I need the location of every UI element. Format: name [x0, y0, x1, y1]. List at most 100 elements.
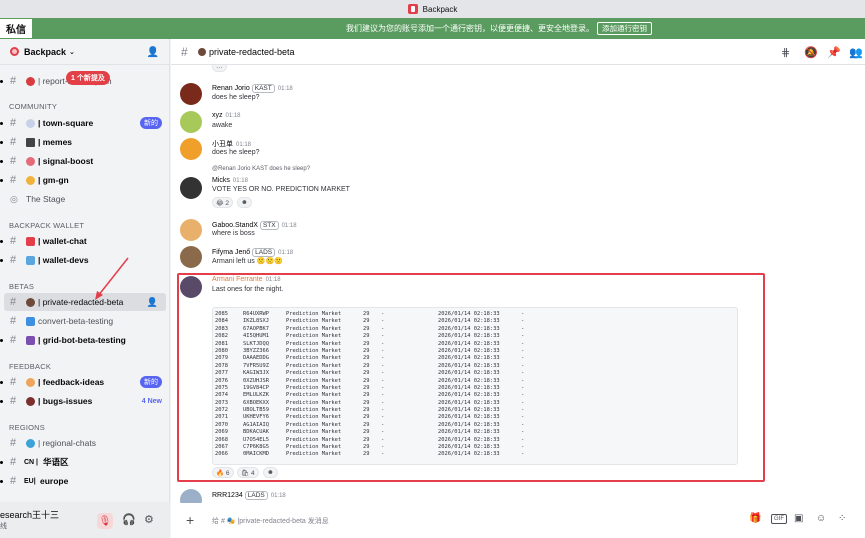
sidebar-channel-grid-bot-beta-testing[interactable]: # | grid-bot-beta-testing: [0, 331, 170, 349]
unread-dot: [0, 380, 3, 384]
hash-icon: #: [10, 376, 17, 388]
invite-people-icon[interactable]: 👤: [147, 47, 159, 58]
new-count-badge: 4 New: [141, 397, 162, 405]
message-author[interactable]: xyz 01:18: [212, 112, 241, 119]
message-composer: + 给 # 🎭 |private-redacted-beta 发消息 🎁 GIF…: [171, 503, 865, 538]
user-name[interactable]: esearch王十三: [0, 508, 59, 521]
category-betas[interactable]: BETAS: [9, 282, 34, 291]
sidebar-channel-private-redacted-beta[interactable]: # | private-redacted-beta 👤: [4, 293, 166, 311]
message-author[interactable]: Renan Jorio KAST 01:18: [212, 84, 293, 93]
new-mentions-bubble[interactable]: 1 个新提及: [66, 71, 110, 85]
unread-dot: [0, 460, 3, 464]
sidebar-channel-wallet-devs[interactable]: # | wallet-devs: [0, 251, 170, 269]
emoji-icon[interactable]: ☺: [816, 513, 826, 524]
hash-icon: #: [10, 395, 17, 407]
sidebar-channel-feedback-ideas[interactable]: # | feedback-ideas 新的: [0, 373, 170, 391]
mute-mic-icon[interactable]: 🎙: [97, 513, 113, 529]
category-feedback[interactable]: FEEDBACK: [9, 362, 51, 371]
sidebar-channel-regional-chats[interactable]: # | regional-chats: [0, 434, 170, 452]
sidebar-channel-cn[interactable]: # CN | 华语区: [0, 453, 170, 471]
gear-icon[interactable]: ⚙: [144, 513, 154, 526]
notification-bell-off-icon[interactable]: 🔕: [804, 46, 818, 59]
message-input[interactable]: 给 # 🎭 |private-redacted-beta 发消息: [212, 516, 329, 526]
avatar[interactable]: [180, 219, 202, 241]
pinned-messages-icon[interactable]: 📌: [827, 46, 841, 59]
add-attachment-icon[interactable]: +: [186, 512, 194, 528]
stage-icon: ◎: [10, 193, 18, 204]
unread-dot: [0, 239, 3, 243]
hash-icon: #: [10, 296, 17, 308]
channel-emoji-icon: [26, 236, 35, 246]
channel-name: | regional-chats: [38, 438, 96, 448]
sidebar-channel-town-square[interactable]: # | town-square 新的: [0, 114, 170, 132]
headphones-icon[interactable]: 🎧: [122, 513, 136, 526]
channel-emoji-icon: [198, 48, 206, 56]
sidebar-channel-signal-boost[interactable]: # | signal-boost: [0, 152, 170, 170]
add-reaction-icon[interactable]: ☻: [237, 197, 252, 208]
reaction[interactable]: …: [212, 65, 227, 72]
unread-dot: [0, 79, 3, 83]
message-text: where is boss: [212, 230, 255, 237]
hash-icon: #: [10, 117, 17, 129]
channel-emoji-icon: [26, 335, 35, 345]
channel-name: convert-beta-testing: [38, 316, 114, 326]
unread-dot: [0, 399, 3, 403]
message-text: does he sleep?: [212, 149, 260, 156]
message-author[interactable]: Micks 01:18: [212, 177, 248, 184]
category-community[interactable]: COMMUNITY: [9, 102, 57, 111]
reaction[interactable]: 😂 2: [212, 197, 234, 208]
avatar[interactable]: [180, 246, 202, 268]
avatar[interactable]: [180, 177, 202, 199]
sidebar-channel-convert-beta-testing[interactable]: # convert-beta-testing: [0, 312, 170, 330]
message-author[interactable]: 小丑单 01:18: [212, 139, 251, 149]
server-name: Backpack: [24, 46, 67, 57]
direct-messages-label[interactable]: 私信: [0, 19, 32, 38]
avatar[interactable]: [180, 138, 202, 160]
sidebar-channel-wallet-chat[interactable]: # | wallet-chat: [0, 232, 170, 250]
chevron-down-icon: ⌄: [69, 48, 75, 56]
avatar[interactable]: [180, 111, 202, 133]
message-text: does he sleep?: [212, 94, 260, 101]
channel-name: | town-square: [38, 118, 94, 128]
add-passkey-button[interactable]: 添加通行密钥: [597, 22, 652, 35]
category-regions[interactable]: REGIONS: [9, 423, 45, 432]
channel-name: | grid-bot-beta-testing: [38, 335, 126, 345]
channel-name: europe: [40, 476, 69, 486]
channel-name: | feedback-ideas: [38, 377, 105, 387]
hash-icon: #: [10, 75, 17, 87]
threads-icon[interactable]: ⋕: [781, 46, 790, 59]
category-backpack-wallet[interactable]: BACKPACK WALLET: [9, 221, 84, 230]
hash-icon: #: [10, 136, 17, 148]
gif-icon[interactable]: GIF: [771, 514, 787, 524]
reply-preview[interactable]: @Renan Jorio KAST does he sleep?: [212, 166, 310, 172]
unread-dot: [0, 178, 3, 182]
add-member-icon[interactable]: 👤: [147, 297, 158, 308]
hash-icon: #: [181, 44, 188, 59]
channel-name: | bugs-issues: [38, 396, 93, 406]
backpack-app-icon: [407, 4, 418, 14]
member-list-icon[interactable]: 👥: [849, 46, 863, 59]
sidebar-channel-memes[interactable]: # | memes: [0, 133, 170, 151]
message-author[interactable]: Gaboo.StandX STX 01:18: [212, 221, 297, 230]
unread-dot: [0, 140, 3, 144]
channel-emoji-icon: [26, 377, 35, 387]
message-author[interactable]: Fifyma Jenő LADS 01:18: [212, 248, 293, 257]
hash-icon: #: [10, 174, 17, 186]
gift-icon[interactable]: 🎁: [749, 513, 761, 524]
sidebar-channel-gm-gn[interactable]: # | gm-gn: [0, 171, 170, 189]
sticker-icon[interactable]: ▣: [794, 513, 803, 524]
avatar[interactable]: [180, 83, 202, 105]
hash-icon: #: [10, 254, 17, 266]
message-author[interactable]: RRR1234 LADS 01:18: [212, 491, 286, 500]
message-text: Armani left us 🙁🙁🙁: [212, 258, 283, 265]
sidebar-channel-bugs-issues[interactable]: # | bugs-issues 4 New: [0, 392, 170, 410]
sidebar-channel-the-stage[interactable]: ◎ The Stage: [0, 190, 170, 208]
channel-name: | wallet-devs: [38, 255, 89, 265]
annotation-arrow-icon: [95, 257, 129, 300]
channel-prefix: CN |: [24, 458, 39, 466]
chat-header: # private-redacted-beta ⋕ 🔕 📌 👥: [171, 39, 865, 65]
sidebar-channel-europe[interactable]: # EU| europe: [0, 472, 170, 490]
server-header[interactable]: Backpack ⌄ 👤: [0, 39, 169, 65]
user-status: 线: [0, 523, 7, 530]
apps-icon[interactable]: ⁘: [838, 513, 846, 524]
